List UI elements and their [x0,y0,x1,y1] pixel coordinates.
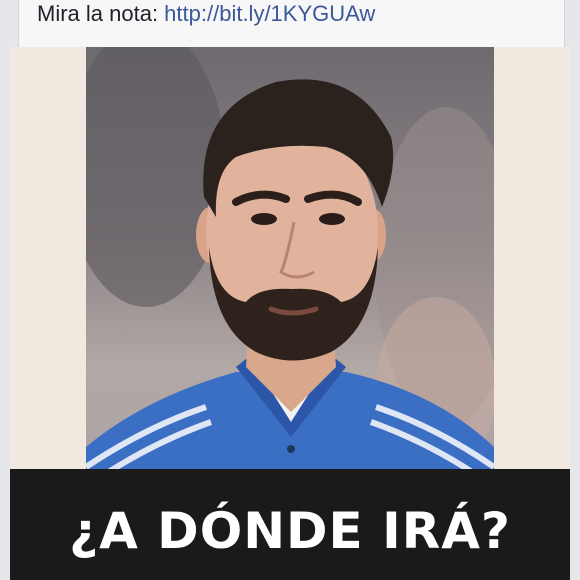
post-image[interactable]: ¿A DÓNDE IRÁ? [10,47,570,580]
post-message: Mira la nota: http://bit.ly/1KYGUAw [37,0,375,34]
post-link[interactable]: http://bit.ly/1KYGUAw [164,1,375,26]
image-caption: ¿A DÓNDE IRÁ? [69,502,511,560]
app-frame: Mira la nota: http://bit.ly/1KYGUAw ¿A D… [0,0,580,580]
post-message-text: Mira la nota: [37,1,165,26]
